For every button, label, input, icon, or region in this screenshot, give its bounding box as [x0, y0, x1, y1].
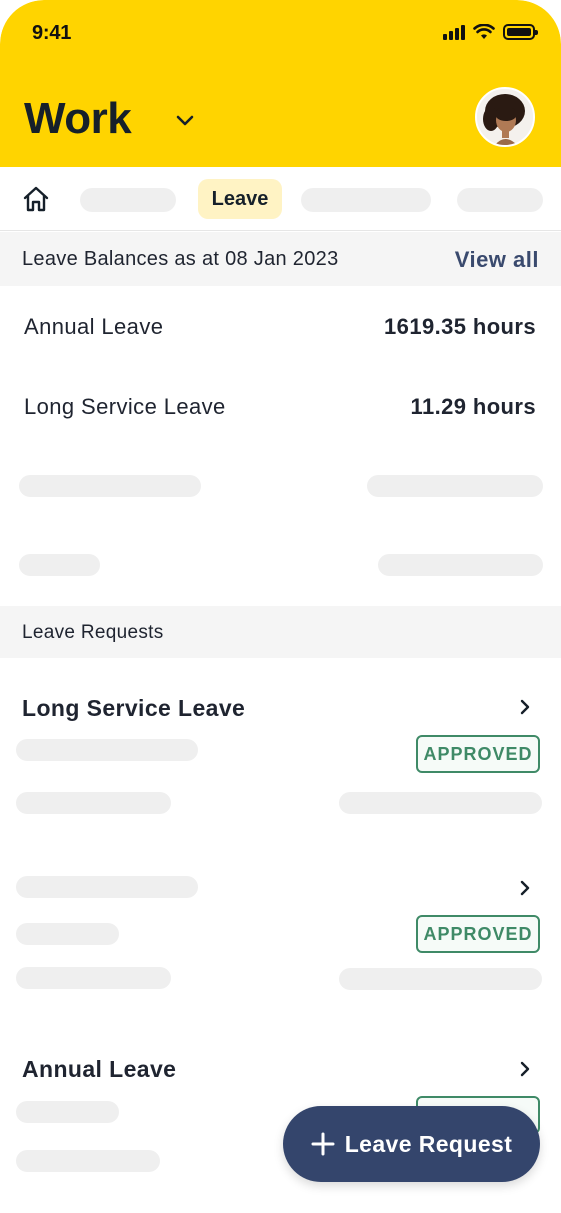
view-all-link[interactable]: View all [455, 247, 539, 273]
status-badge: APPROVED [416, 915, 540, 953]
request-detail-placeholder [339, 792, 542, 814]
signal-icon [443, 24, 465, 40]
balance-value: 1619.35 hours [384, 314, 536, 339]
profile-photo-icon [477, 89, 533, 145]
request-date-placeholder [16, 739, 198, 761]
balance-name: Long Service Leave [24, 394, 226, 419]
balances-header: Leave Balances as at 08 Jan 2023 View al… [0, 232, 561, 286]
tab-leave[interactable]: Leave [198, 179, 282, 219]
tab-placeholder[interactable] [457, 188, 543, 212]
new-leave-request-button[interactable]: Leave Request [283, 1106, 540, 1182]
tab-bar: Leave [0, 167, 561, 231]
request-title[interactable]: Annual Leave [22, 1056, 176, 1083]
tab-placeholder[interactable] [80, 188, 176, 212]
balance-value: 11.29 hours [410, 394, 536, 419]
balances-heading: Leave Balances as at 08 Jan 2023 [22, 248, 339, 270]
chevron-right-icon[interactable] [516, 1060, 534, 1078]
status-time: 9:41 [32, 22, 72, 44]
request-title-placeholder[interactable] [16, 876, 198, 898]
tab-home[interactable] [20, 184, 52, 214]
workspace-switcher-chevron-down-icon[interactable] [174, 110, 196, 132]
request-detail-placeholder [16, 1150, 160, 1172]
workspace-title: Work [24, 94, 132, 143]
request-detail-placeholder [16, 967, 171, 989]
request-detail-placeholder [339, 968, 542, 990]
request-detail-placeholder [16, 792, 171, 814]
balance-row: Long Service Leave 11.29 hours [0, 388, 561, 428]
requests-heading: Leave Requests [22, 622, 164, 643]
app-header: 9:41 Work [0, 0, 561, 167]
balance-name-placeholder [19, 554, 100, 576]
tab-placeholder[interactable] [301, 188, 431, 212]
chevron-right-icon[interactable] [516, 879, 534, 897]
status-badge: APPROVED [416, 735, 540, 773]
app-screen: 9:41 Work Leave Leave Balances as at 08 … [0, 0, 561, 1213]
request-date-placeholder [16, 923, 119, 945]
balance-name: Annual Leave [24, 314, 164, 339]
balance-value-placeholder [378, 554, 543, 576]
home-icon [23, 186, 49, 212]
balance-row: Annual Leave 1619.35 hours [0, 308, 561, 348]
chevron-right-icon[interactable] [516, 698, 534, 716]
balance-name-placeholder [19, 475, 201, 497]
balance-value-placeholder [367, 475, 543, 497]
request-title[interactable]: Long Service Leave [22, 695, 245, 722]
new-leave-request-label: Leave Request [344, 1130, 513, 1157]
request-date-placeholder [16, 1101, 119, 1123]
requests-header: Leave Requests [0, 606, 561, 658]
status-icons [443, 24, 538, 40]
battery-icon [503, 24, 538, 40]
avatar[interactable] [475, 87, 535, 147]
wifi-icon [473, 24, 495, 39]
plus-icon [311, 1132, 335, 1156]
